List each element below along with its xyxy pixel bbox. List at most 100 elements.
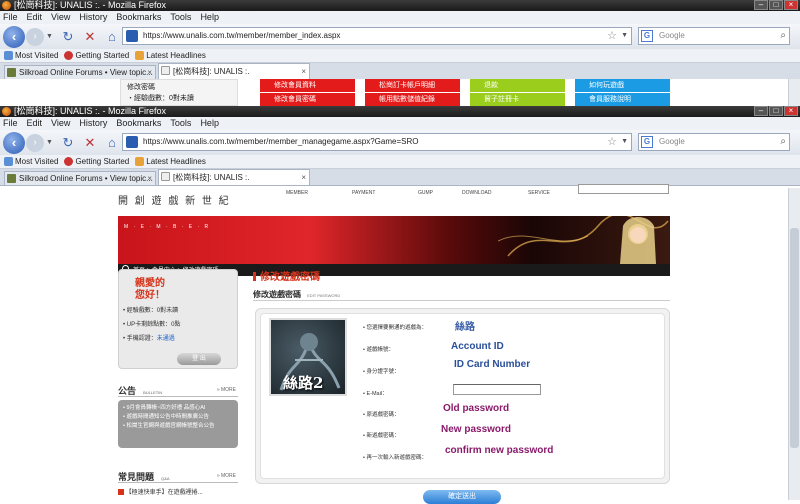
url-dropdown-icon[interactable]: ▼ bbox=[621, 134, 628, 150]
tab-close-icon[interactable]: × bbox=[147, 66, 152, 79]
member-banner: M · E · M · B · E · R bbox=[118, 216, 670, 264]
menu-file[interactable]: File bbox=[3, 117, 18, 130]
google-icon[interactable]: G bbox=[641, 30, 653, 42]
nav-gump[interactable]: GUMP bbox=[418, 190, 462, 196]
tab-favicon bbox=[7, 174, 16, 183]
bookmark-latest-headlines[interactable]: Latest Headlines bbox=[135, 157, 206, 167]
reload-icon[interactable]: ↻ bbox=[61, 135, 75, 150]
greeting-line-1: 親愛的 bbox=[135, 278, 165, 289]
bulletin-more-link[interactable]: » MORE bbox=[217, 387, 236, 393]
tile-card-register[interactable]: 貿子註冊卡 bbox=[470, 93, 565, 106]
logout-button[interactable]: 登 出 bbox=[177, 353, 221, 365]
stop-icon[interactable]: ✕ bbox=[83, 135, 97, 150]
tab-silkroad-forums[interactable]: Silkroad Online Forums • View topic... × bbox=[4, 171, 156, 185]
bookmark-getting-started[interactable]: Getting Started bbox=[64, 157, 129, 167]
menu-tools[interactable]: Tools bbox=[170, 117, 191, 130]
nav-download[interactable]: DOWNLOAD bbox=[462, 190, 528, 196]
scrollbar-thumb[interactable] bbox=[790, 228, 799, 448]
tab-favicon bbox=[161, 66, 170, 75]
address-bar[interactable]: https://www.unalis.com.tw/member/member_… bbox=[122, 133, 632, 151]
search-placeholder: Google bbox=[659, 31, 685, 40]
site-favicon bbox=[126, 136, 138, 148]
tab-close-icon[interactable]: × bbox=[147, 172, 152, 185]
tab-unalis[interactable]: [松崗科技]: UNALIS :. × bbox=[158, 169, 310, 185]
email-input[interactable] bbox=[453, 384, 541, 395]
tile-edit-password[interactable]: 修改會員密碼 bbox=[260, 93, 355, 106]
menu-bar: File Edit View History Bookmarks Tools H… bbox=[0, 117, 800, 130]
minimize-button[interactable]: – bbox=[754, 0, 768, 10]
member-sidebar-partial: 修改密碼 ・經驗戲數：0對未讀 bbox=[120, 79, 238, 106]
scrollbar[interactable] bbox=[788, 79, 800, 106]
menu-bookmarks[interactable]: Bookmarks bbox=[116, 11, 161, 24]
tile-refund[interactable]: 退款 bbox=[470, 79, 565, 92]
game-select-dropdown[interactable] bbox=[578, 184, 669, 194]
tile-account-detail[interactable]: 松崗訂卡帳戶明細 bbox=[365, 79, 460, 92]
close-button[interactable]: × bbox=[784, 106, 798, 116]
menu-history[interactable]: History bbox=[79, 11, 107, 24]
minimize-button[interactable]: – bbox=[754, 106, 768, 116]
faq-item[interactable]: 【極速快車手】在遊戲裡捲... bbox=[118, 487, 238, 496]
bookmark-star-icon[interactable]: ☆ bbox=[607, 28, 617, 44]
tile-edit-profile[interactable]: 修改會員資料 bbox=[260, 79, 355, 92]
google-icon[interactable]: G bbox=[641, 136, 653, 148]
bulletin-section: 公告 BULLETIN » MORE • 9月會員轉帳~四方好禮 品感心AI •… bbox=[118, 384, 238, 448]
submit-button[interactable]: 確定送出 bbox=[423, 490, 501, 504]
bulletin-item[interactable]: • 9月會員轉帳~四方好禮 品感心AI bbox=[123, 404, 233, 413]
bookmark-star-icon[interactable]: ☆ bbox=[607, 134, 617, 150]
menu-edit[interactable]: Edit bbox=[27, 11, 43, 24]
menu-bookmarks[interactable]: Bookmarks bbox=[116, 117, 161, 130]
tile-points-record[interactable]: 帳用點數儲值紀錄 bbox=[365, 93, 460, 106]
maximize-button[interactable]: □ bbox=[769, 0, 783, 10]
menu-view[interactable]: View bbox=[51, 117, 70, 130]
history-dropdown-icon[interactable]: ▼ bbox=[46, 33, 53, 40]
back-button[interactable]: ‹ bbox=[3, 131, 25, 154]
menu-edit[interactable]: Edit bbox=[27, 117, 43, 130]
bulletin-item[interactable]: • 松崗生官網與遊戲官網帳號整合公告 bbox=[123, 422, 233, 431]
tile-service-info[interactable]: 會員服務說明 bbox=[575, 93, 670, 106]
faq-title: 常見問題 bbox=[118, 472, 155, 482]
new-password-annotation: New password bbox=[441, 424, 512, 435]
menu-view[interactable]: View bbox=[51, 11, 70, 24]
home-icon[interactable]: ⌂ bbox=[105, 135, 119, 150]
close-button[interactable]: × bbox=[784, 0, 798, 10]
faq-subtitle: Q&A bbox=[161, 476, 170, 481]
back-button[interactable]: ‹ bbox=[3, 25, 25, 48]
tab-silkroad-forums[interactable]: Silkroad Online Forums • View topic... × bbox=[4, 65, 156, 79]
search-box[interactable]: G Google ⌕ bbox=[638, 133, 790, 151]
scrollbar[interactable] bbox=[788, 188, 800, 500]
bookmark-latest-headlines[interactable]: Latest Headlines bbox=[135, 51, 206, 61]
maximize-button[interactable]: □ bbox=[769, 106, 783, 116]
faq-more-link[interactable]: » MORE bbox=[217, 473, 236, 479]
sidebar-text: ・經驗戲數：0對未讀 bbox=[127, 95, 194, 102]
nav-member[interactable]: MEMBER bbox=[286, 190, 352, 196]
search-icon[interactable]: ⌕ bbox=[780, 28, 786, 44]
tab-close-icon[interactable]: × bbox=[301, 64, 306, 79]
nav-service[interactable]: SERVICE bbox=[528, 190, 578, 196]
forward-button[interactable]: › bbox=[26, 133, 44, 152]
menu-file[interactable]: File bbox=[3, 11, 18, 24]
menu-history[interactable]: History bbox=[79, 117, 107, 130]
search-box[interactable]: G Google ⌕ bbox=[638, 27, 790, 45]
tab-close-icon[interactable]: × bbox=[301, 170, 306, 185]
forward-button[interactable]: › bbox=[26, 27, 44, 46]
address-bar[interactable]: https://www.unalis.com.tw/member/member_… bbox=[122, 27, 632, 45]
menu-help[interactable]: Help bbox=[200, 117, 219, 130]
verify-link[interactable]: 未通過 bbox=[157, 336, 175, 342]
menu-tools[interactable]: Tools bbox=[170, 11, 191, 24]
menu-help[interactable]: Help bbox=[200, 11, 219, 24]
nav-payment[interactable]: PAYMENT bbox=[352, 190, 418, 196]
tile-how-to-play[interactable]: 如何玩遊戲 bbox=[575, 79, 670, 92]
stop-icon[interactable]: ✕ bbox=[83, 29, 97, 44]
url-dropdown-icon[interactable]: ▼ bbox=[621, 28, 628, 44]
bulletin-item[interactable]: • 遊戲時間通知公告中時間推廣公告 bbox=[123, 413, 233, 422]
home-icon[interactable]: ⌂ bbox=[105, 29, 119, 44]
bookmark-getting-started[interactable]: Getting Started bbox=[64, 51, 129, 61]
bookmark-most-visited[interactable]: Most Visited bbox=[4, 157, 58, 167]
tab-bar: Silkroad Online Forums • View topic... × … bbox=[0, 169, 800, 186]
rss-icon bbox=[135, 157, 145, 167]
search-icon[interactable]: ⌕ bbox=[780, 134, 786, 150]
history-dropdown-icon[interactable]: ▼ bbox=[46, 139, 53, 146]
bookmark-most-visited[interactable]: Most Visited bbox=[4, 51, 58, 61]
tab-unalis[interactable]: [松崗科技]: UNALIS :. × bbox=[158, 63, 310, 79]
reload-icon[interactable]: ↻ bbox=[61, 29, 75, 44]
